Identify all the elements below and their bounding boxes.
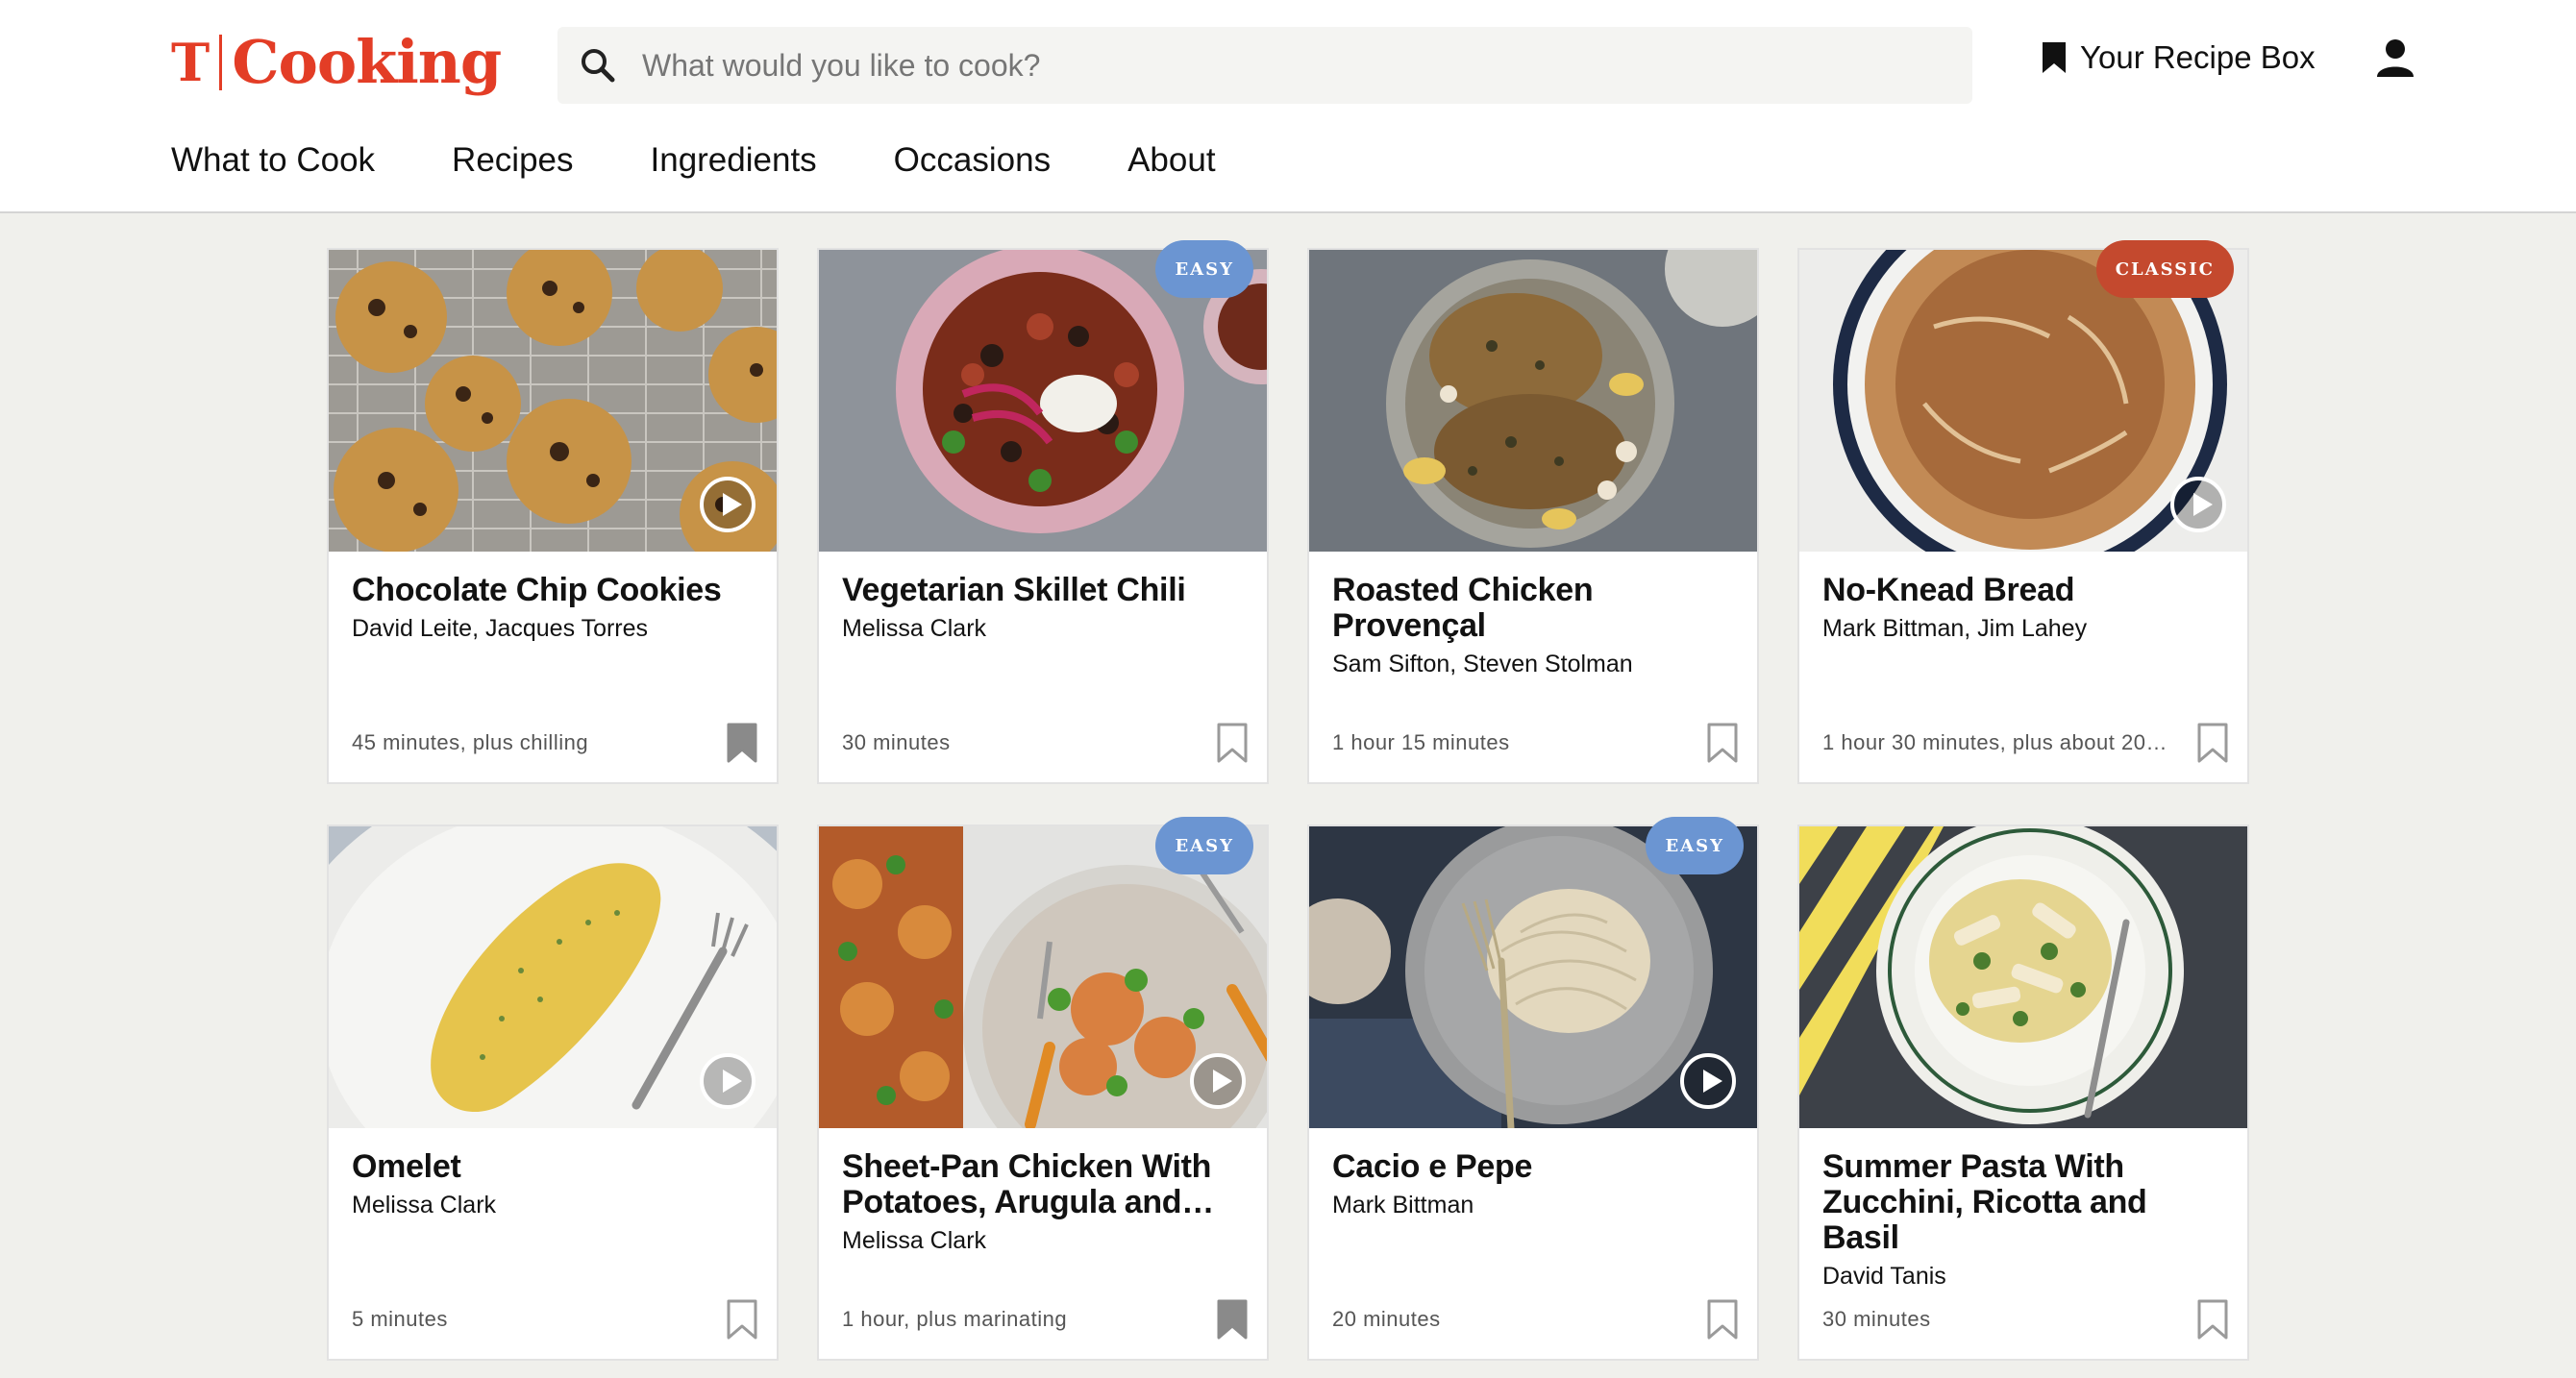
bookmark-outline-icon[interactable] xyxy=(1707,1299,1738,1340)
recipe-card[interactable]: EASY Cacio e Pepe Mark Bittman 20 minute… xyxy=(1307,817,1759,1361)
bookmark-outline-icon[interactable] xyxy=(727,1299,757,1340)
recipe-author: Melissa Clark xyxy=(842,615,987,642)
recipe-card[interactable]: CLASSIC No-Knead Bread Mark Bittman, Jim… xyxy=(1797,240,2249,784)
chicken-image xyxy=(1309,250,1757,552)
easy-badge: EASY xyxy=(1646,817,1744,874)
recipe-author: Melissa Clark xyxy=(352,1192,497,1218)
recipe-image xyxy=(329,250,777,552)
play-video-icon[interactable] xyxy=(700,477,755,532)
recipe-title: Roasted Chicken Provençal xyxy=(1332,572,1594,644)
play-video-icon[interactable] xyxy=(2170,477,2226,532)
account-icon[interactable] xyxy=(2374,37,2416,79)
logo-wordmark: Cooking xyxy=(232,27,502,97)
classic-badge: CLASSIC xyxy=(2095,240,2234,298)
recipe-title: No-Knead Bread xyxy=(1822,572,2075,608)
bookmark-filled-icon xyxy=(2043,42,2066,73)
recipe-time: 1 hour 30 minutes, plus about 20 hours' … xyxy=(1822,730,2168,754)
recipe-time: 1 hour, plus marinating xyxy=(842,1307,1068,1331)
summer-pasta-image xyxy=(1799,826,2247,1128)
recipe-image xyxy=(329,826,777,1128)
site-header: T Cooking Your Recipe Box What to Cook R… xyxy=(0,0,2576,213)
recipe-card[interactable]: EASY Sheet-Pan Chicken With Potatoes, Ar… xyxy=(817,817,1269,1361)
nav-occasions[interactable]: Occasions xyxy=(894,141,1051,180)
search-bar[interactable] xyxy=(557,27,1972,104)
recipe-time: 1 hour 15 minutes xyxy=(1332,730,1510,754)
main-nav: What to Cook Recipes Ingredients Occasio… xyxy=(171,141,1293,180)
play-video-icon[interactable] xyxy=(1190,1053,1246,1109)
recipe-time: 30 minutes xyxy=(1822,1307,1931,1331)
easy-badge: EASY xyxy=(1155,817,1253,874)
recipe-card[interactable]: Chocolate Chip Cookies David Leite, Jacq… xyxy=(327,248,779,784)
nyt-cooking-logo[interactable]: T Cooking xyxy=(171,23,502,102)
play-video-icon[interactable] xyxy=(1680,1053,1736,1109)
recipe-card[interactable]: Summer Pasta With Zucchini, Ricotta and … xyxy=(1797,824,2249,1361)
logo-divider xyxy=(219,35,223,90)
nav-about[interactable]: About xyxy=(1127,141,1215,180)
play-video-icon[interactable] xyxy=(700,1053,755,1109)
bookmark-outline-icon[interactable] xyxy=(1217,723,1248,763)
recipe-author: Melissa Clark xyxy=(842,1227,987,1254)
recipe-image xyxy=(1309,250,1757,552)
recipe-author: Sam Sifton, Steven Stolman xyxy=(1332,651,1633,677)
recipe-title: Sheet-Pan Chicken With Potatoes, Arugula… xyxy=(842,1148,1214,1220)
bookmark-outline-icon[interactable] xyxy=(2197,723,2228,763)
recipe-author: Mark Bittman, Jim Lahey xyxy=(1822,615,2088,642)
recipe-card[interactable]: Omelet Melissa Clark 5 minutes xyxy=(327,824,779,1361)
nav-ingredients[interactable]: Ingredients xyxy=(651,141,817,180)
bookmark-outline-icon[interactable] xyxy=(2197,1299,2228,1340)
recipe-title: Summer Pasta With Zucchini, Ricotta and … xyxy=(1822,1148,2147,1256)
bookmark-filled-icon[interactable] xyxy=(727,723,757,763)
recipe-card[interactable]: EASY Vegetarian Skillet Chili Melissa Cl… xyxy=(817,240,1269,784)
recipe-time: 20 minutes xyxy=(1332,1307,1441,1331)
recipe-time: 5 minutes xyxy=(352,1307,448,1331)
recipe-time: 30 minutes xyxy=(842,730,951,754)
recipe-box-link[interactable]: Your Recipe Box xyxy=(2042,35,2316,81)
nyt-t-logo-icon: T xyxy=(171,32,211,93)
recipe-title: Cacio e Pepe xyxy=(1332,1148,1533,1185)
easy-badge: EASY xyxy=(1155,240,1253,298)
nav-what-to-cook[interactable]: What to Cook xyxy=(171,141,375,180)
recipe-title: Vegetarian Skillet Chili xyxy=(842,572,1186,608)
recipe-grid: Chocolate Chip Cookies David Leite, Jacq… xyxy=(327,240,2249,1361)
recipe-title: Omelet xyxy=(352,1148,461,1185)
nav-recipes[interactable]: Recipes xyxy=(452,141,573,180)
recipe-author: David Leite, Jacques Torres xyxy=(352,615,649,642)
recipe-title: Chocolate Chip Cookies xyxy=(352,572,722,608)
recipe-card[interactable]: Roasted Chicken Provençal Sam Sifton, St… xyxy=(1307,248,1759,784)
recipe-box-label: Your Recipe Box xyxy=(2080,39,2316,75)
recipe-time: 45 minutes, plus chilling xyxy=(352,730,589,754)
bookmark-filled-icon[interactable] xyxy=(1217,1299,1248,1340)
recipe-image xyxy=(1799,826,2247,1128)
recipe-author: Mark Bittman xyxy=(1332,1192,1474,1218)
search-icon xyxy=(582,49,615,83)
bookmark-outline-icon[interactable] xyxy=(1707,723,1738,763)
search-input[interactable] xyxy=(640,36,1972,95)
recipe-author: David Tanis xyxy=(1822,1263,1946,1290)
